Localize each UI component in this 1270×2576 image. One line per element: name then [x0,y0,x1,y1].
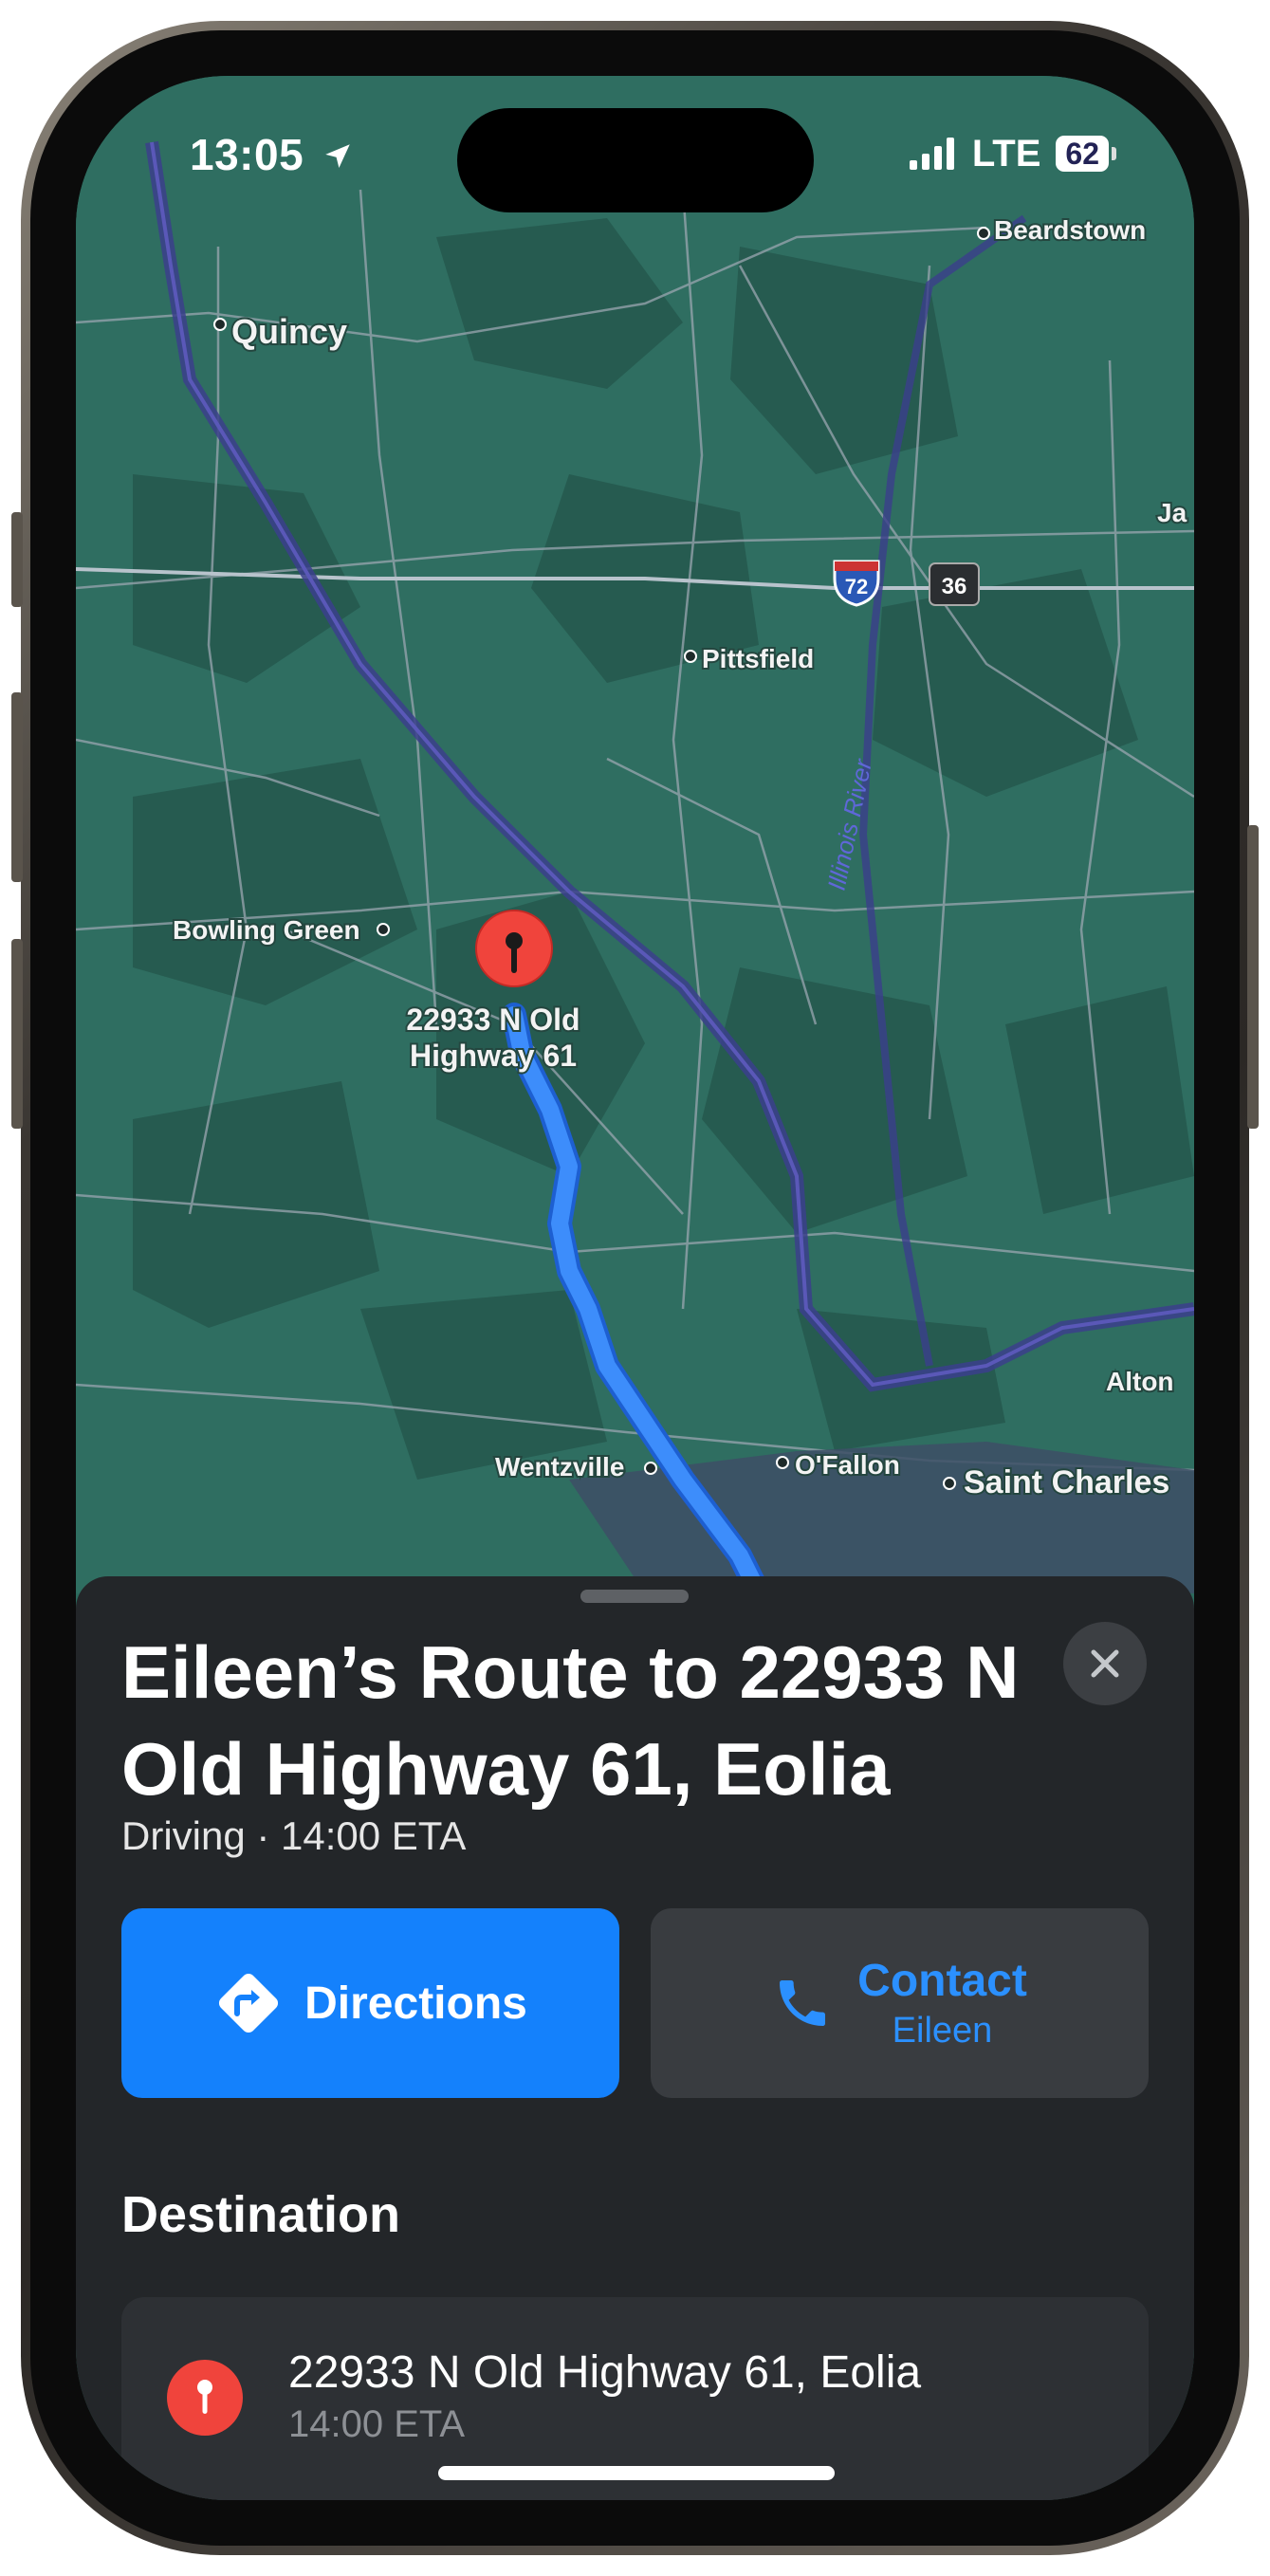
route-subtitle: Driving · 14:00 ETA [121,1813,467,1858]
svg-text:36: 36 [942,574,967,599]
network-type: LTE [971,132,1041,175]
pin-label-line1: 22933 N Old [406,1003,580,1037]
svg-text:72: 72 [845,575,868,598]
directions-button[interactable]: Directions [121,1908,619,2098]
route-sheet[interactable]: Eileen’s Route to 22933 N Old Highway 61… [76,1576,1194,2500]
label-ja: Ja [1157,498,1187,527]
status-indicators: LTE 62 [909,132,1116,175]
volume-up-button [11,692,23,882]
contact-button[interactable]: Contact Eileen [651,1908,1149,2098]
phone-icon [780,1980,826,2026]
map-view[interactable]: Quincy Beardstown Ja Pittsfield Illinois… [76,76,1194,1593]
contact-text: Contact Eileen [857,1955,1027,2052]
label-saint-charles: Saint Charles [964,1464,1169,1500]
label-quincy: Quincy [231,312,347,351]
label-bowling-green: Bowling Green [173,915,360,945]
interstate-72-shield: 72 [833,560,880,607]
directions-icon [219,1973,279,2033]
signal-icon [909,138,954,170]
contact-name: Eileen [892,2011,993,2051]
sheet-grabber[interactable] [580,1590,689,1603]
dynamic-island [457,108,814,212]
status-time: 13:05 [190,129,354,180]
label-wentzville: Wentzville [495,1452,624,1481]
close-icon [1091,1649,1119,1678]
map-pin-icon [167,2360,243,2436]
label-pittsfield: Pittsfield [702,644,814,673]
label-alton: Alton [1106,1367,1174,1396]
destination-pin-icon[interactable] [475,910,553,987]
contact-label: Contact [857,1956,1027,2006]
volume-down-button [11,939,23,1129]
close-button[interactable] [1063,1622,1147,1705]
destination-section-title: Destination [121,2186,401,2243]
pin-label-line2: Highway 61 [410,1039,577,1073]
power-button [1247,825,1259,1129]
label-ofallon: O'Fallon [795,1450,900,1480]
destination-name: 22933 N Old Highway 61, Eolia [288,2347,922,2398]
label-beardstown: Beardstown [994,215,1146,245]
screen: Quincy Beardstown Ja Pittsfield Illinois… [76,76,1194,2500]
us-36-shield: 36 [929,562,980,606]
home-indicator[interactable] [438,2466,835,2480]
location-arrow-icon [325,144,351,169]
destination-eta: 14:00 ETA [288,2403,466,2445]
action-button [11,512,23,607]
directions-label: Directions [304,1978,527,2029]
route-title: Eileen’s Route to 22933 N Old Highway 61… [121,1630,1020,1811]
battery-icon: 62 [1056,136,1116,172]
